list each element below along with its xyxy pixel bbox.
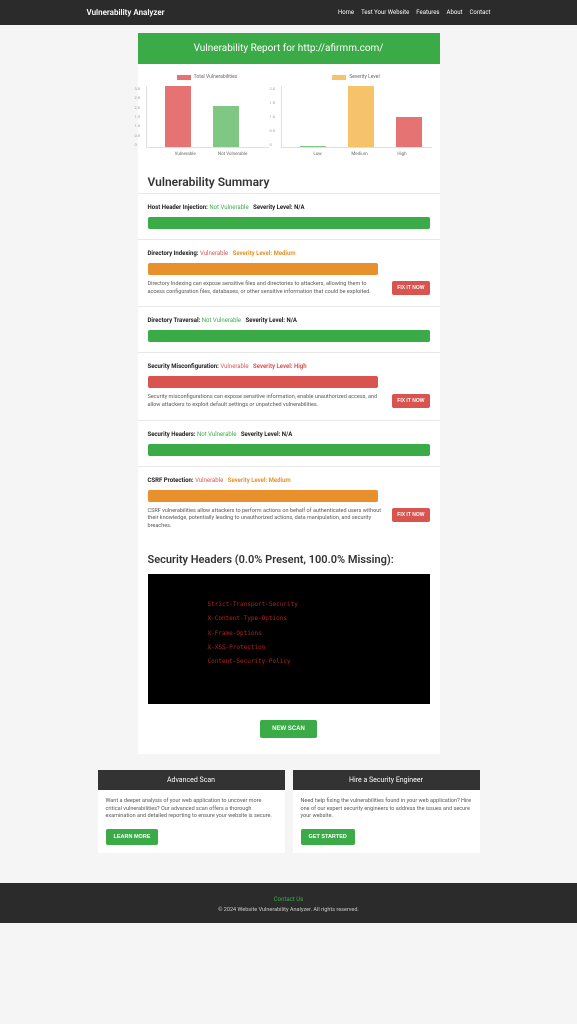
chart-title: Total Vulnerabilities bbox=[194, 74, 238, 80]
chart-total-vulns: Total Vulnerabilities 3.02.52.01.51.00.5… bbox=[146, 74, 269, 157]
footer: Contact Us © 2024 Website Vulnerability … bbox=[0, 883, 577, 923]
vuln-block: Directory Indexing: Vulnerable Severity … bbox=[138, 239, 440, 306]
promo-body: Want a deeper analysis of your web appli… bbox=[98, 790, 285, 829]
vuln-block: Directory Traversal: Not Vulnerable Seve… bbox=[138, 306, 440, 352]
vuln-name: Host Header Injection: bbox=[148, 204, 208, 211]
vuln-severity: Severity Level: N/A bbox=[253, 204, 304, 211]
charts-row: Total Vulnerabilities 3.02.52.01.51.00.5… bbox=[138, 64, 440, 169]
summary-title: Vulnerability Summary bbox=[138, 169, 440, 193]
vuln-progress bbox=[148, 263, 378, 275]
vuln-status: Vulnerable bbox=[200, 250, 228, 257]
vuln-description: Directory Indexing can expose sensitive … bbox=[148, 281, 385, 296]
vuln-name: Directory Traversal: bbox=[148, 317, 201, 324]
get-started-button[interactable]: GET STARTED bbox=[301, 829, 355, 845]
vuln-name: CSRF Protection: bbox=[148, 477, 194, 484]
terminal: Strict-Transport-Security X-Content-Type… bbox=[148, 574, 430, 704]
nav-about[interactable]: About bbox=[447, 9, 463, 16]
header-item: Strict-Transport-Security bbox=[208, 598, 370, 612]
vuln-block: Security Headers: Not Vulnerable Severit… bbox=[138, 420, 440, 466]
vuln-severity: Severity Level: High bbox=[253, 363, 307, 370]
bar-low bbox=[300, 146, 326, 147]
vuln-status: Not Vulnerable bbox=[202, 317, 241, 324]
header-item: X-XSS-Protection bbox=[208, 641, 370, 655]
vuln-block: Security Misconfiguration: Vulnerable Se… bbox=[138, 352, 440, 419]
vuln-description: CSRF vulnerabilities allow attackers to … bbox=[148, 508, 385, 531]
chart-title: Severity Level bbox=[349, 74, 379, 80]
promo-hire-engineer: Hire a Security Engineer Need help fixin… bbox=[293, 770, 480, 853]
nav-links: Home Test Your Website Features About Co… bbox=[338, 9, 491, 16]
vuln-progress bbox=[148, 330, 430, 342]
promo-title: Hire a Security Engineer bbox=[293, 770, 480, 790]
promo-advanced-scan: Advanced Scan Want a deeper analysis of … bbox=[98, 770, 285, 853]
navbar: Vulnerability Analyzer Home Test Your We… bbox=[0, 0, 577, 25]
vuln-status: Vulnerable bbox=[220, 363, 248, 370]
bar-not-vulnerable bbox=[213, 106, 239, 147]
nav-features[interactable]: Features bbox=[416, 9, 439, 16]
nav-test[interactable]: Test Your Website bbox=[361, 9, 409, 16]
vuln-progress bbox=[148, 444, 430, 456]
header-item: X-Content-Type-Options bbox=[208, 612, 370, 626]
fix-it-button[interactable]: FIX IT NOW bbox=[392, 394, 429, 408]
legend-swatch bbox=[332, 75, 346, 80]
vuln-severity: Severity Level: N/A bbox=[246, 317, 297, 324]
headers-title: Security Headers (0.0% Present, 100.0% M… bbox=[138, 541, 440, 574]
y-ticks: 2.01.51.00.50 bbox=[270, 86, 276, 147]
bar-high bbox=[396, 117, 422, 148]
vuln-status: Not Vulnerable bbox=[209, 204, 248, 211]
vuln-progress bbox=[148, 376, 378, 388]
vuln-description: Security misconfigurations can expose se… bbox=[148, 394, 385, 409]
vuln-name: Directory Indexing: bbox=[148, 250, 199, 257]
fix-it-button[interactable]: FIX IT NOW bbox=[392, 281, 429, 295]
footer-copyright: © 2024 Website Vulnerability Analyzer. A… bbox=[0, 907, 577, 913]
vuln-block: Host Header Injection: Not Vulnerable Se… bbox=[138, 193, 440, 239]
legend-swatch bbox=[177, 75, 191, 80]
vuln-severity: Severity Level: Medium bbox=[228, 477, 291, 484]
header-item: X-Frame-Options bbox=[208, 627, 370, 641]
vuln-severity: Severity Level: Medium bbox=[233, 250, 296, 257]
vuln-name: Security Headers: bbox=[148, 431, 196, 438]
vuln-severity: Severity Level: N/A bbox=[241, 431, 292, 438]
bar-vulnerable bbox=[165, 86, 191, 147]
vuln-status: Not Vulnerable bbox=[197, 431, 236, 438]
bar-medium bbox=[348, 86, 374, 147]
report-title: Vulnerability Report for http://afirmm.c… bbox=[138, 33, 440, 64]
y-ticks: 3.02.52.01.51.00.50 bbox=[135, 86, 141, 147]
new-scan-button[interactable]: NEW SCAN bbox=[260, 720, 317, 738]
chart-severity: Severity Level 2.01.51.00.50 LowMediumHi… bbox=[281, 74, 432, 157]
promo-body: Need help fixing the vulnerabilities fou… bbox=[293, 790, 480, 829]
promo-row: Advanced Scan Want a deeper analysis of … bbox=[94, 770, 484, 853]
learn-more-button[interactable]: LEARN MORE bbox=[106, 829, 159, 845]
vuln-progress bbox=[148, 490, 378, 502]
header-item: Content-Security-Policy bbox=[208, 655, 370, 669]
vuln-status: Vulnerable bbox=[195, 477, 223, 484]
nav-home[interactable]: Home bbox=[338, 9, 354, 16]
brand[interactable]: Vulnerability Analyzer bbox=[87, 8, 165, 17]
fix-it-button[interactable]: FIX IT NOW bbox=[392, 508, 429, 522]
report-card: Vulnerability Report for http://afirmm.c… bbox=[138, 33, 440, 754]
vuln-progress bbox=[148, 217, 430, 229]
vuln-block: CSRF Protection: Vulnerable Severity Lev… bbox=[138, 466, 440, 541]
footer-contact[interactable]: Contact Us bbox=[274, 896, 303, 903]
nav-contact[interactable]: Contact bbox=[470, 9, 491, 16]
vuln-name: Security Misconfiguration: bbox=[148, 363, 219, 370]
promo-title: Advanced Scan bbox=[98, 770, 285, 790]
